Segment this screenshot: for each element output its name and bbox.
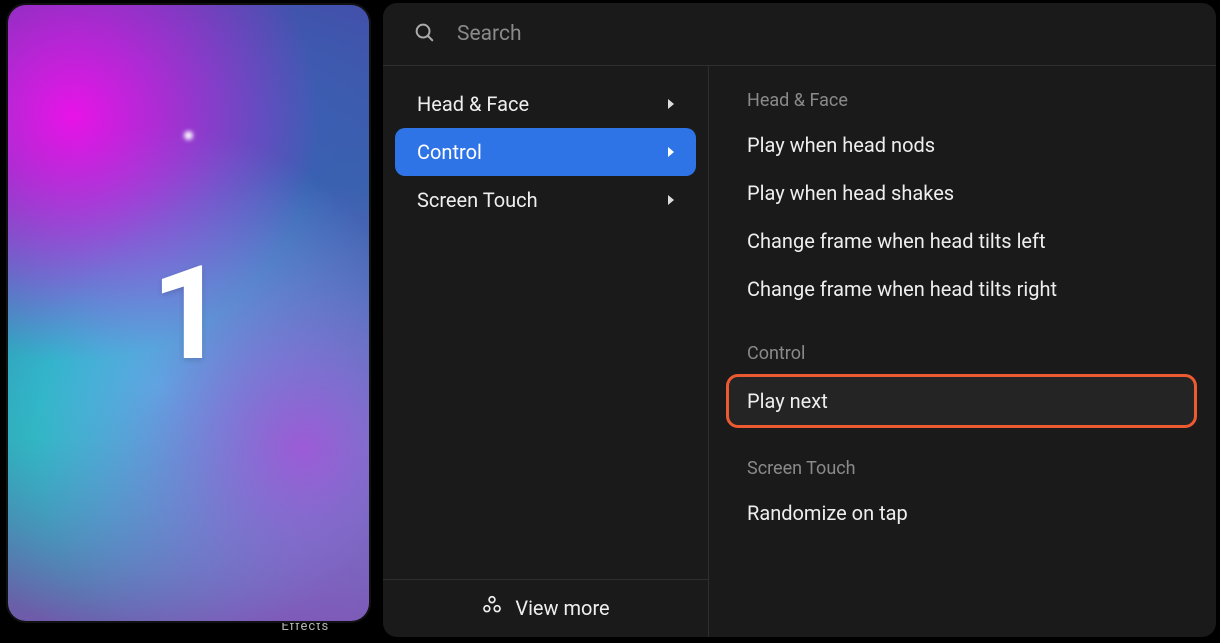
preview-panel: 1 xyxy=(6,3,371,623)
search-placeholder: Search xyxy=(457,22,522,46)
chevron-right-icon xyxy=(668,99,674,109)
chevron-right-icon xyxy=(668,195,674,205)
option-play-when-head-nods[interactable]: Play when head nods xyxy=(729,121,1194,169)
section-header-control: Control xyxy=(729,337,1194,374)
search-bar[interactable]: Search xyxy=(383,3,1216,66)
section-header-screen-touch: Screen Touch xyxy=(729,452,1194,489)
option-play-next[interactable]: Play next xyxy=(726,374,1197,428)
category-head-and-face[interactable]: Head & Face xyxy=(395,80,696,128)
category-screen-touch[interactable]: Screen Touch xyxy=(395,176,696,224)
search-icon xyxy=(413,21,435,47)
category-label: Screen Touch xyxy=(417,188,538,212)
option-change-frame-tilt-left[interactable]: Change frame when head tilts left xyxy=(729,217,1194,265)
view-more-label: View more xyxy=(515,596,609,620)
option-play-when-head-shakes[interactable]: Play when head shakes xyxy=(729,169,1194,217)
view-more-button[interactable]: View more xyxy=(383,579,708,637)
category-control[interactable]: Control xyxy=(395,128,696,176)
view-more-icon xyxy=(481,594,503,621)
option-label: Randomize on tap xyxy=(747,501,908,525)
option-randomize-on-tap[interactable]: Randomize on tap xyxy=(729,489,1194,537)
option-label: Change frame when head tilts right xyxy=(747,277,1057,301)
option-change-frame-tilt-right[interactable]: Change frame when head tilts right xyxy=(729,265,1194,313)
preview-number: 1 xyxy=(8,5,369,621)
section-header-head-face: Head & Face xyxy=(729,84,1194,121)
options-list: Head & Face Play when head nods Play whe… xyxy=(709,66,1216,637)
menu-panel: Search Head & Face Control Screen Touch xyxy=(383,3,1216,637)
option-label: Play next xyxy=(747,389,828,413)
chevron-right-icon xyxy=(668,147,674,157)
category-label: Head & Face xyxy=(417,92,529,116)
category-label: Control xyxy=(417,140,482,164)
option-label: Play when head nods xyxy=(747,133,935,157)
category-list: Head & Face Control Screen Touch xyxy=(383,66,709,637)
option-label: Play when head shakes xyxy=(747,181,954,205)
option-label: Change frame when head tilts left xyxy=(747,229,1046,253)
